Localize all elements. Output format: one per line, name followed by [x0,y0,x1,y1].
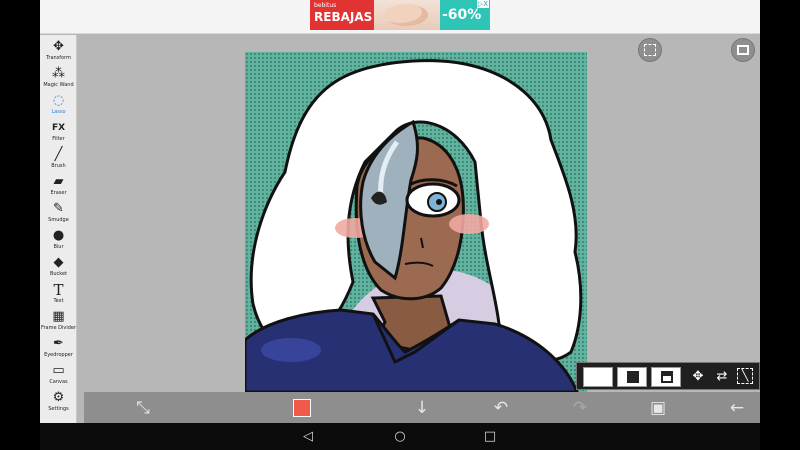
ad-discount: -60% [442,7,482,23]
brush-icon: ╱ [54,147,63,162]
tool-canvas[interactable]: ▭ Canvas [40,363,77,389]
tool-settings[interactable]: ⚙ Settings [40,390,77,416]
tool-filter[interactable]: FX Filter [40,120,77,146]
tool-label: Transform [46,55,71,61]
nav-back-icon[interactable]: ◁ [298,427,318,447]
transform-icon: ✥ [53,39,64,54]
bottom-toolbar: ⤡ ↓ ↶ ↷ ▣ ← [84,392,760,423]
tool-label: Blur [53,244,64,250]
ad-close-icon[interactable]: ▷X [476,0,489,8]
undo-icon[interactable]: ↶ [490,397,512,419]
layer-mode-offset[interactable] [651,367,681,387]
tool-brush[interactable]: ╱ Brush [40,147,77,173]
tool-label: Bucket [49,271,68,277]
tool-label: Magic Wand [43,82,74,88]
swap-icon[interactable]: ⇄ [713,368,731,386]
magic-wand-icon: ⁂ [52,66,65,81]
tool-label: Text [53,298,64,304]
tool-label: Eyedropper [44,352,73,358]
tool-label: Canvas [49,379,68,385]
smudge-icon: ✎ [53,201,64,216]
reference-view-button[interactable] [731,38,755,62]
ad-headline: REBAJAS [314,10,373,24]
baby-image [384,4,428,26]
frame-divider-icon: ▦ [52,309,65,324]
tool-label: Lasso [51,109,66,115]
ad-image [374,0,440,30]
image-icon [737,45,749,55]
tool-label: Eraser [50,190,67,196]
tool-lasso[interactable]: ◌ Lasso [40,93,77,119]
arrow-down-icon[interactable]: ↓ [411,397,433,419]
ad-bar: bebitus REBAJAS -60% ▷X [40,0,760,34]
back-arrow-icon[interactable]: ← [726,397,748,419]
text-icon: T [53,281,64,299]
filter-icon: FX [51,123,66,133]
system-nav-bar: ◁ ○ □ [40,423,760,450]
tool-frame-divider[interactable]: ▦ Frame Divider [40,309,77,335]
artwork-illustration [245,52,587,392]
move-icon[interactable]: ✥ [689,368,707,386]
tool-label: Smudge [48,217,69,223]
deselect-icon[interactable]: ╲ [737,368,753,384]
tool-bucket[interactable]: ◆ Bucket [40,255,77,281]
selection-toggle-button[interactable] [638,38,662,62]
blur-icon: ● [52,228,65,243]
stack-icon [627,371,639,383]
transform-icon[interactable]: ⤡ [132,397,154,419]
tool-sidebar: ✥ Transform ⁂ Magic Wand ◌ Lasso FX Filter ╱… [40,35,77,423]
layers-icon[interactable]: ▣ [647,397,669,419]
tool-label: Settings [48,406,69,412]
offset-icon [661,371,673,383]
tool-transform[interactable]: ✥ Transform [40,39,77,65]
dashed-selection-icon [644,44,656,56]
lasso-icon: ◌ [52,93,65,108]
tool-text[interactable]: T Text [40,282,77,308]
color-swatch[interactable] [293,399,311,417]
tool-blur[interactable]: ● Blur [40,228,77,254]
ad-banner[interactable]: bebitus REBAJAS -60% ▷X [310,0,490,30]
eraser-icon: ▰ [53,174,64,189]
eyedropper-icon: ✒ [53,336,64,351]
layer-mode-bar: ✥ ⇄ ╲ [576,362,760,390]
nav-home-icon[interactable]: ○ [390,427,410,447]
canvas-icon: ▭ [52,363,65,378]
nav-recents-icon[interactable]: □ [480,427,500,447]
ad-brand: bebitus [314,2,337,9]
tool-label: Brush [51,163,66,169]
tool-magic-wand[interactable]: ⁂ Magic Wand [40,66,77,92]
layer-mode-normal[interactable] [583,367,613,387]
redo-icon[interactable]: ↷ [569,397,591,419]
tool-smudge[interactable]: ✎ Smudge [40,201,77,227]
tool-eyedropper[interactable]: ✒ Eyedropper [40,336,77,362]
drawing-canvas[interactable] [245,52,587,392]
tool-label: Frame Divider [40,325,77,331]
bucket-icon: ◆ [53,255,64,270]
tool-label: Filter [52,136,65,142]
tool-eraser[interactable]: ▰ Eraser [40,174,77,200]
screen: bebitus REBAJAS -60% ▷X ✥ Transform ⁂ Magi… [40,0,760,450]
layer-mode-stack[interactable] [617,367,647,387]
settings-gear-icon: ⚙ [52,390,65,405]
